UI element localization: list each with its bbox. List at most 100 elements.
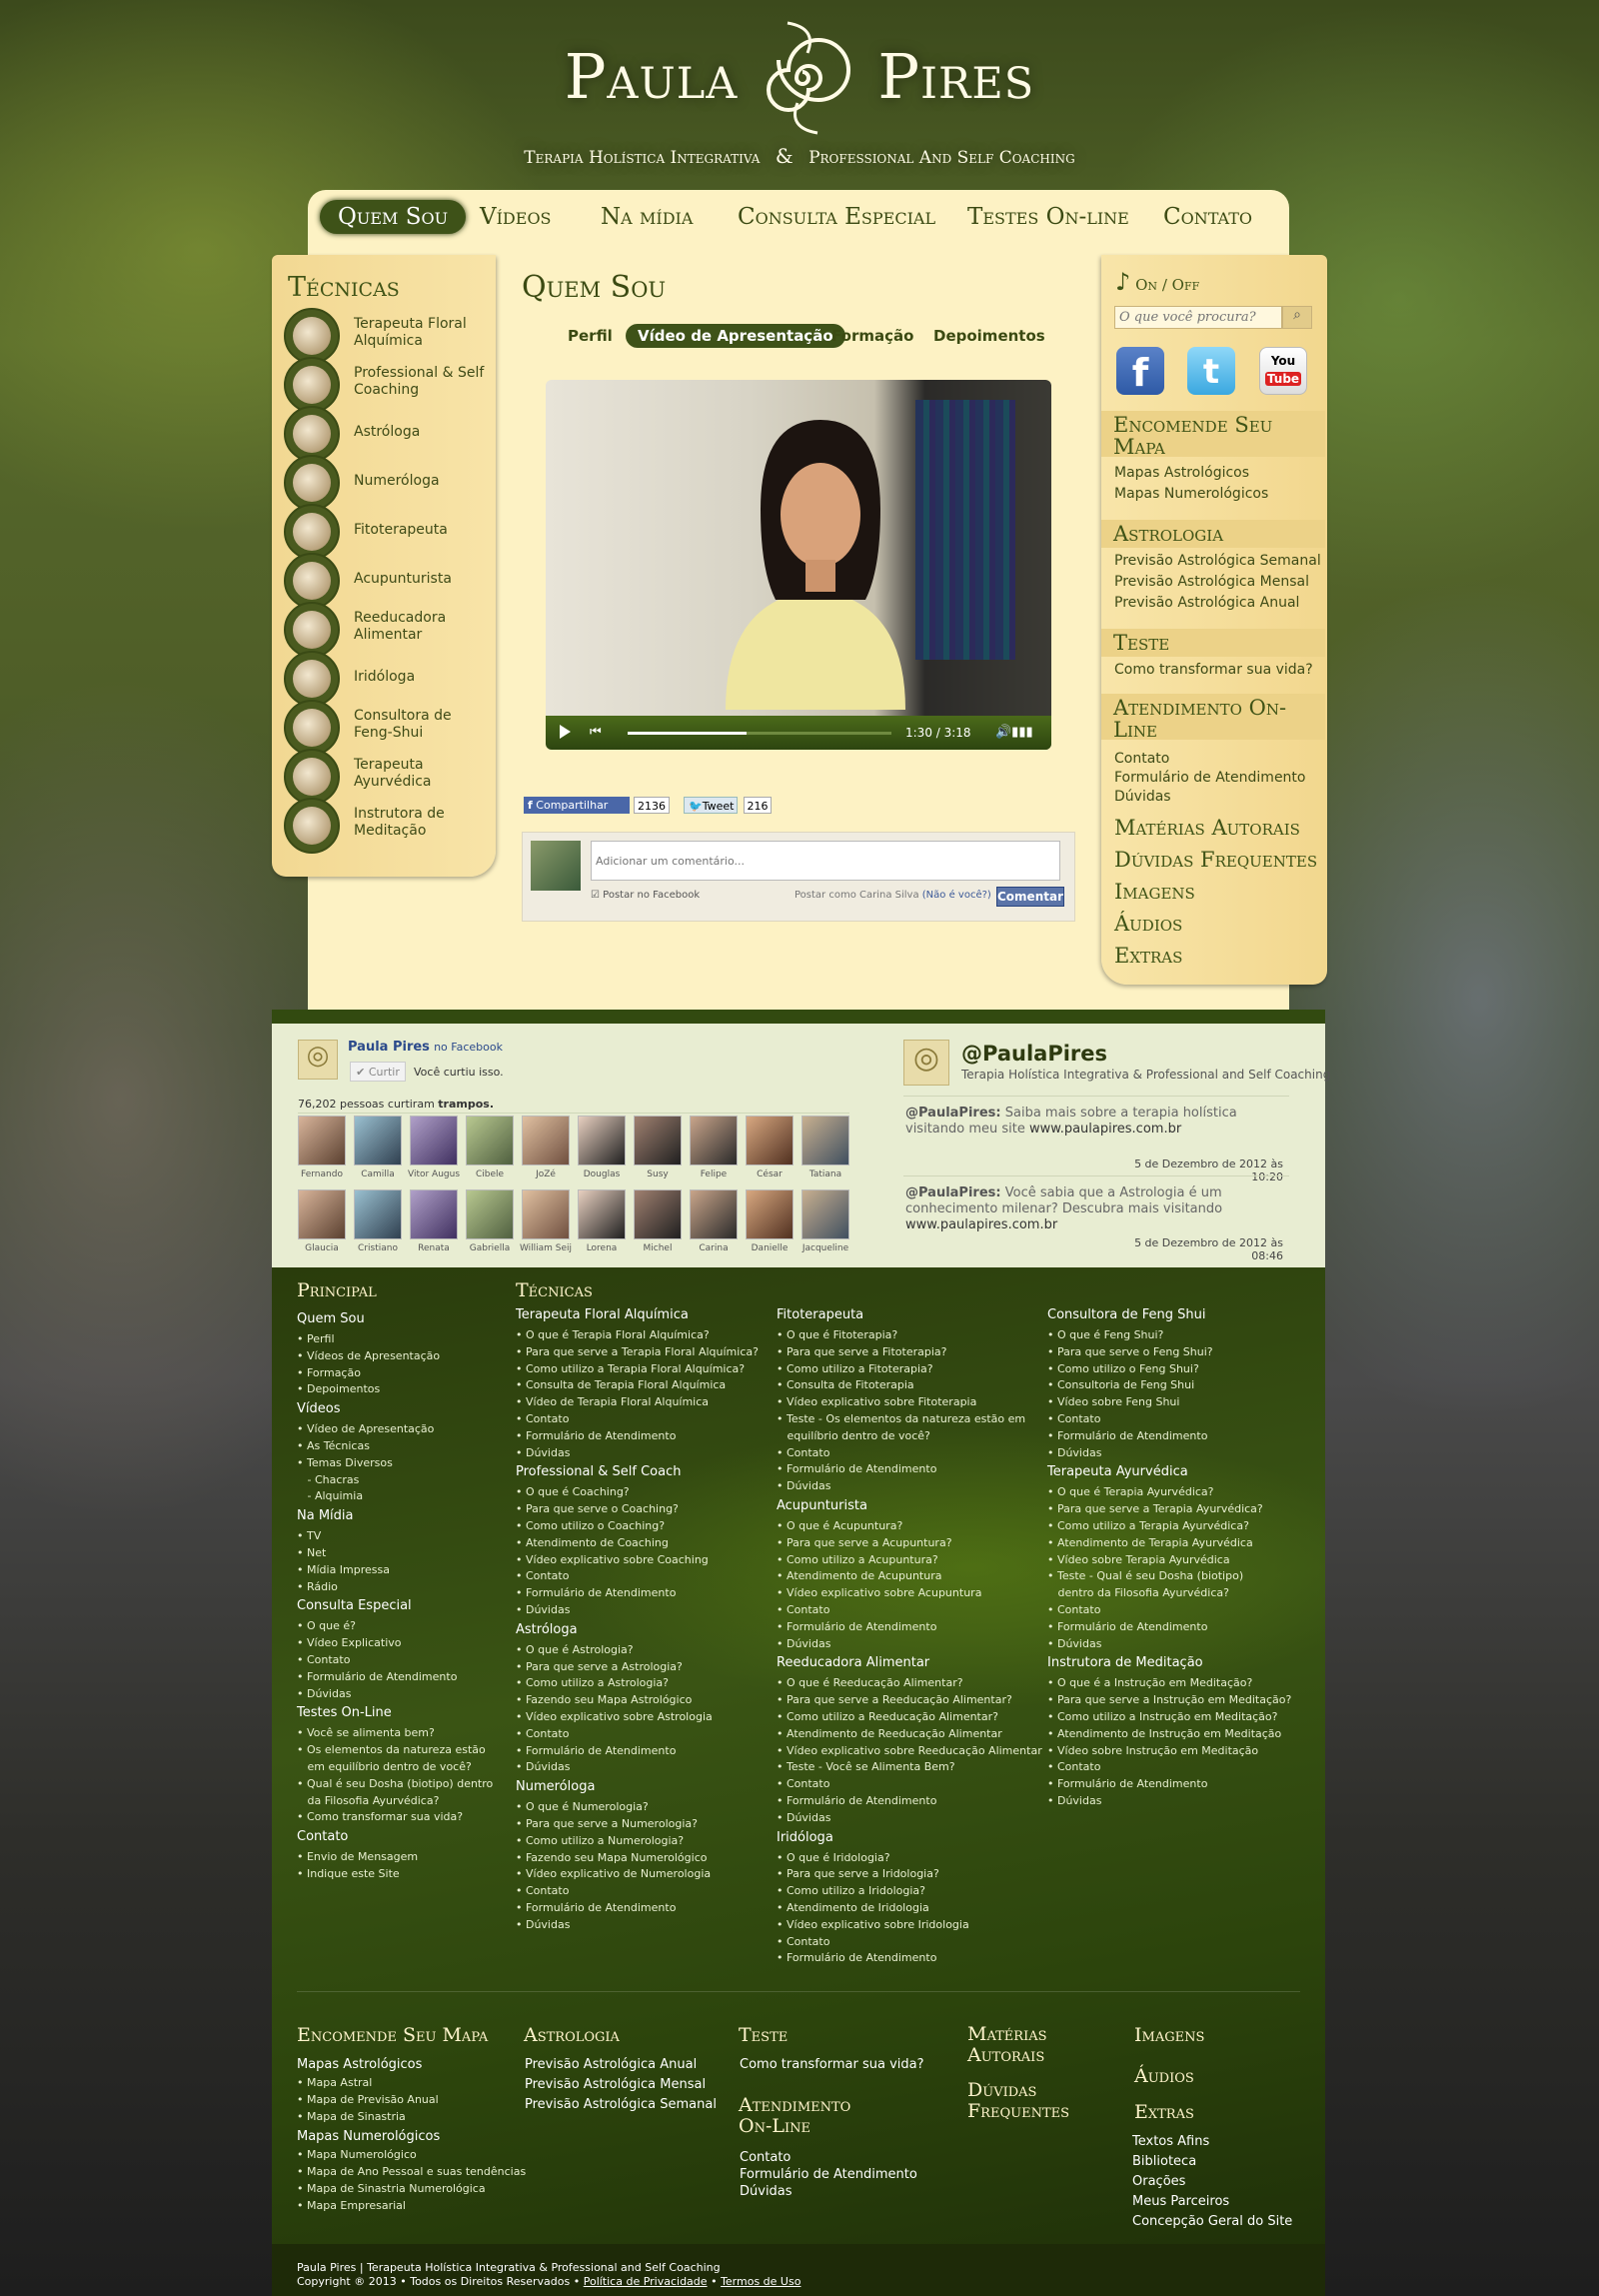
footer-link[interactable]: • Formulário de Atendimento xyxy=(777,1462,936,1475)
fb-fan-avatar[interactable] xyxy=(410,1116,458,1165)
footer-link[interactable]: • Perfil xyxy=(297,1332,335,1345)
footer-link[interactable]: • O que é Terapia Ayurvédica? xyxy=(1047,1485,1214,1498)
fb-fan-avatar[interactable] xyxy=(410,1189,458,1239)
footer-link[interactable]: • Formulário de Atendimento xyxy=(1047,1620,1207,1633)
bottom-link[interactable]: Dúvidas xyxy=(740,2184,793,2199)
footer-link[interactable]: • Como utilizo a Fitoterapia? xyxy=(777,1362,933,1375)
footer-link[interactable]: • Dúvidas xyxy=(516,1760,570,1773)
footer-link[interactable]: • Como utilizo o Coaching? xyxy=(516,1519,665,1532)
fb-fan-avatar[interactable] xyxy=(801,1116,849,1165)
fb-fan-avatar[interactable] xyxy=(690,1116,738,1165)
bottom-link[interactable]: • Mapa Numerológico xyxy=(297,2148,417,2161)
footer-link[interactable]: • Atendimento de Terapia Ayurvédica xyxy=(1047,1536,1253,1549)
footer-link[interactable]: • Mídia Impressa xyxy=(297,1563,390,1576)
link-previsao-semanal[interactable]: Previsão Astrológica Semanal xyxy=(1114,553,1321,569)
bottom-link[interactable]: Textos Afins xyxy=(1132,2134,1209,2149)
footer-link[interactable]: • TV xyxy=(297,1529,321,1542)
footer-link[interactable]: • Para que serve o Feng Shui? xyxy=(1047,1345,1213,1358)
footer-link[interactable]: • Atendimento de Acupuntura xyxy=(777,1569,941,1582)
footer-link[interactable]: • Contato xyxy=(297,1653,350,1666)
footer-link[interactable]: • Atendimento de Iridologia xyxy=(777,1901,929,1914)
footer-link[interactable]: • Vídeo de Apresentação xyxy=(297,1422,434,1435)
nav-quem-sou[interactable]: Quem Sou xyxy=(320,200,467,234)
footer-link[interactable]: • Vídeo explicativo sobre Fitoterapia xyxy=(777,1395,976,1408)
comment-button[interactable]: Comentar xyxy=(996,887,1064,907)
bottom-link[interactable]: • Mapa de Sinastria Numerológica xyxy=(297,2182,486,2195)
tech-reeducadora[interactable]: Reeducadora Alimentar xyxy=(284,602,494,658)
nav-contato[interactable]: Contato xyxy=(1163,200,1252,234)
bottom-link[interactable]: Concepção Geral do Site xyxy=(1132,2214,1292,2229)
footer-group-title[interactable]: Terapeuta Ayurvédica xyxy=(1047,1464,1188,1479)
footer-link[interactable]: • Contato xyxy=(777,1446,829,1459)
bottom-mapas-num[interactable]: Mapas Numerológicos xyxy=(297,2129,440,2144)
fb-fan-avatar[interactable] xyxy=(522,1189,570,1239)
footer-link[interactable]: • Contato xyxy=(516,1727,569,1740)
footer-group-title[interactable]: Iridóloga xyxy=(777,1830,833,1845)
nav-consulta-especial[interactable]: Consulta Especial xyxy=(738,200,935,234)
footer-link[interactable]: • Para que serve a Instrução em Meditaçã… xyxy=(1047,1693,1291,1706)
video-progress-track[interactable] xyxy=(628,732,891,735)
footer-link[interactable]: • O que é Feng Shui? xyxy=(1047,1328,1163,1341)
sidebar-atendimento-title[interactable]: Atendimento On-Line xyxy=(1101,694,1325,741)
footer-link[interactable]: • Vídeo sobre Terapia Ayurvédica xyxy=(1047,1553,1230,1566)
footer-group-title[interactable]: Consulta Especial xyxy=(297,1598,412,1613)
footer-link[interactable]: • Como utilizo a Terapia Floral Alquímic… xyxy=(516,1362,745,1375)
tweet-1-link[interactable]: www.paulapires.com.br xyxy=(1029,1122,1181,1137)
footer-link[interactable]: • Dúvidas xyxy=(777,1637,830,1650)
bottom-link[interactable]: • Mapa Empresarial xyxy=(297,2199,406,2212)
footer-link[interactable]: em equilíbrio dentro de você? xyxy=(297,1760,471,1773)
footer-link[interactable]: • Consulta de Terapia Floral Alquímica xyxy=(516,1378,726,1391)
bottom-link[interactable]: • Mapa de Previsão Anual xyxy=(297,2093,439,2106)
footer-link[interactable]: • Consulta de Fitoterapia xyxy=(777,1378,914,1391)
footer-link[interactable]: • Vídeo explicativo sobre Reeducação Ali… xyxy=(777,1744,1042,1757)
link-previsao-mensal[interactable]: Previsão Astrológica Mensal xyxy=(1114,574,1309,590)
footer-link[interactable]: • Vídeo explicativo sobre Astrologia xyxy=(516,1710,713,1723)
footer-link[interactable]: • Você se alimenta bem? xyxy=(297,1726,435,1739)
footer-link[interactable]: • Como utilizo a Terapia Ayurvédica? xyxy=(1047,1519,1249,1532)
footer-link[interactable]: • Para que serve a Numerologia? xyxy=(516,1817,698,1830)
tech-coaching[interactable]: Professional & Self Coaching xyxy=(284,357,494,413)
footer-link[interactable]: • Formulário de Atendimento xyxy=(516,1586,676,1599)
footer-group-title[interactable]: Professional & Self Coach xyxy=(516,1464,681,1479)
footer-group-title[interactable]: Terapeuta Floral Alquímica xyxy=(516,1307,689,1322)
footer-link[interactable]: • Fazendo seu Mapa Numerológico xyxy=(516,1851,707,1864)
music-toggle[interactable]: ♪ On / Off xyxy=(1115,268,1199,296)
footer-link[interactable]: • Contato xyxy=(516,1412,569,1425)
footer-link[interactable]: • Vídeo de Terapia Floral Alquímica xyxy=(516,1395,709,1408)
footer-link[interactable]: • Formação xyxy=(297,1366,361,1379)
link-duvidas-frequentes[interactable]: Dúvidas Frequentes xyxy=(1114,848,1317,872)
footer-link[interactable]: • Como utilizo a Numerologia? xyxy=(516,1834,684,1847)
footer-link[interactable]: • Contato xyxy=(1047,1760,1100,1773)
footer-link[interactable]: • Formulário de Atendimento xyxy=(777,1794,936,1807)
footer-link[interactable]: • Vídeo sobre Feng Shui xyxy=(1047,1395,1179,1408)
footer-link[interactable]: • O que é Coaching? xyxy=(516,1485,630,1498)
footer-link[interactable]: • Formulário de Atendimento xyxy=(516,1901,676,1914)
footer-group-title[interactable]: Reeducadora Alimentar xyxy=(777,1655,929,1670)
footer-link[interactable]: • Formulário de Atendimento xyxy=(1047,1429,1207,1442)
bottom-link[interactable]: Previsão Astrológica Semanal xyxy=(525,2097,717,2112)
footer-group-title[interactable]: Quem Sou xyxy=(297,1311,365,1326)
fb-fan-avatar[interactable] xyxy=(354,1116,402,1165)
tech-iridologa[interactable]: Iridóloga xyxy=(284,651,494,707)
bottom-atendimento-title[interactable]: Atendimento On-Line xyxy=(739,2095,850,2137)
bottom-audios[interactable]: Áudios xyxy=(1134,2065,1194,2087)
fb-fan-avatar[interactable] xyxy=(522,1116,570,1165)
footer-link[interactable]: equilíbrio dentro de você? xyxy=(777,1429,929,1442)
video-player[interactable] xyxy=(546,380,1051,750)
bottom-link[interactable]: Previsão Astrológica Anual xyxy=(525,2057,697,2072)
footer-link[interactable]: • Contato xyxy=(1047,1603,1100,1616)
footer-link[interactable]: • Teste - Você se Alimenta Bem? xyxy=(777,1760,955,1773)
footer-link[interactable]: • Consultoria de Feng Shui xyxy=(1047,1378,1194,1391)
sidebar-encomende-title[interactable]: Encomende Seu Mapa xyxy=(1101,411,1325,458)
bottom-link[interactable]: Formulário de Atendimento xyxy=(740,2167,917,2182)
footer-link[interactable]: • Teste - Os elementos da natureza estão… xyxy=(777,1412,1025,1425)
twitter-icon[interactable]: t xyxy=(1187,347,1235,395)
nav-na-midia[interactable]: Na mídia xyxy=(601,200,693,234)
bottom-duvidas-title[interactable]: Dúvidas Frequentes xyxy=(967,2080,1069,2122)
footer-link[interactable]: • Dúvidas xyxy=(1047,1446,1101,1459)
footer-link[interactable]: • Atendimento de Coaching xyxy=(516,1536,669,1549)
footer-link[interactable]: • Contato xyxy=(516,1569,569,1582)
bottom-link[interactable]: • Mapa de Sinastria xyxy=(297,2110,406,2123)
bottom-link[interactable]: Previsão Astrológica Mensal xyxy=(525,2077,706,2092)
footer-link[interactable]: • Como utilizo a Iridologia? xyxy=(777,1884,925,1897)
